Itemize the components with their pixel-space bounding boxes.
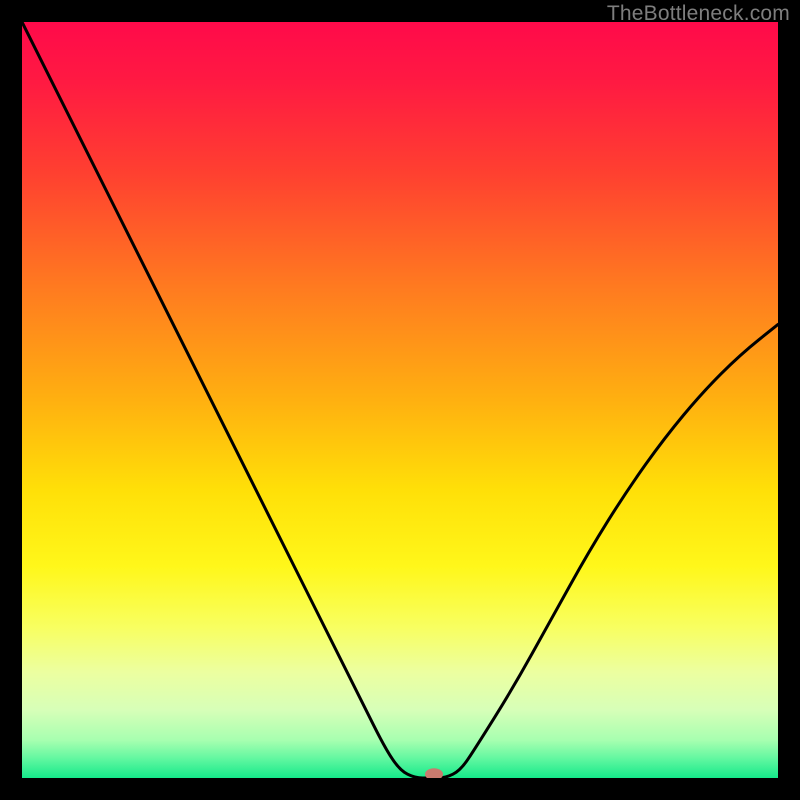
chart-frame: TheBottleneck.com xyxy=(0,0,800,800)
plot-area xyxy=(22,22,778,778)
bottleneck-chart xyxy=(22,22,778,778)
watermark-text: TheBottleneck.com xyxy=(607,2,790,26)
gradient-background xyxy=(22,22,778,778)
